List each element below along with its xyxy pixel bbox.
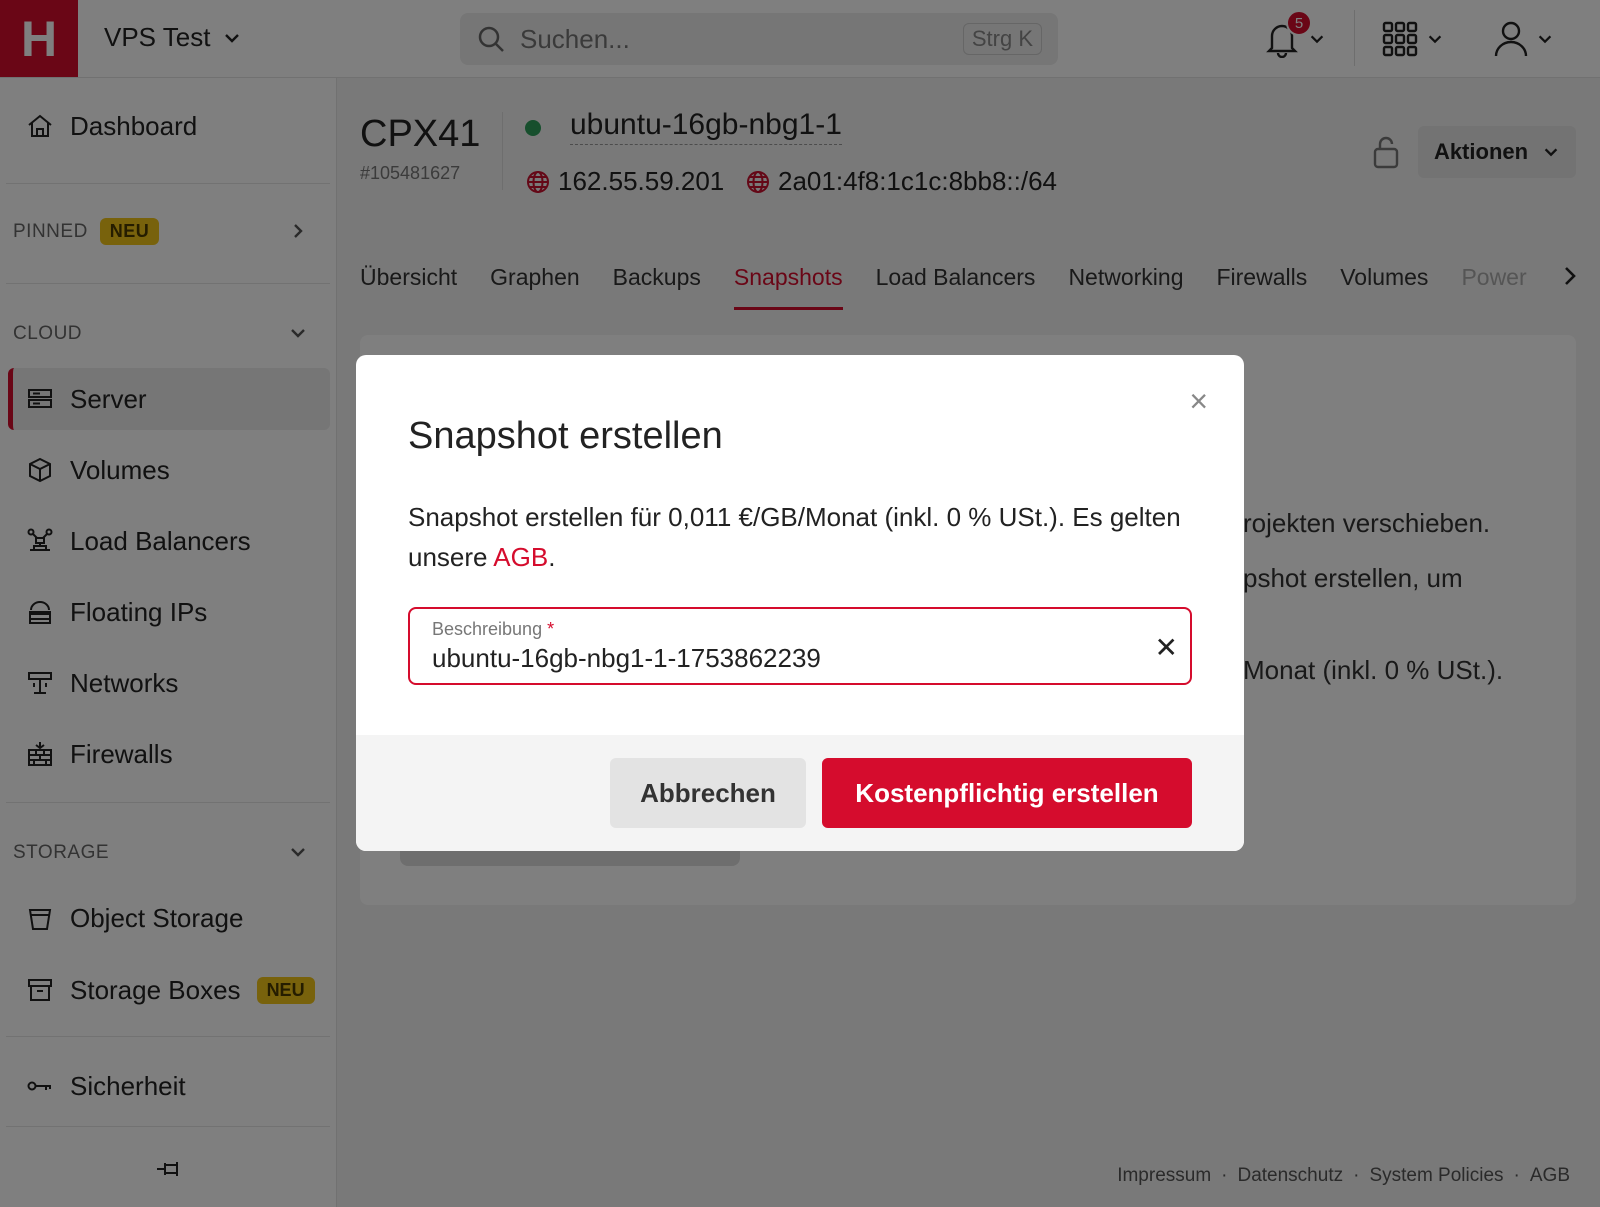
description-input[interactable] [432, 643, 1132, 674]
create-snapshot-button[interactable]: Kostenpflichtig erstellen [822, 758, 1192, 828]
close-icon[interactable]: × [1189, 383, 1208, 420]
cancel-button[interactable]: Abbrechen [610, 758, 806, 828]
field-label-text: Beschreibung [432, 619, 543, 639]
clear-input-icon[interactable]: ✕ [1155, 631, 1178, 664]
required-marker: * [547, 619, 555, 639]
dialog-title: Snapshot erstellen [408, 415, 723, 457]
dialog-description: Snapshot erstellen für 0,011 €/GB/Monat … [408, 497, 1208, 577]
description-field[interactable]: Beschreibung * ✕ [408, 607, 1192, 685]
field-label: Beschreibung * [432, 619, 554, 640]
agb-link[interactable]: AGB [493, 542, 548, 572]
description-end: . [548, 542, 556, 572]
create-snapshot-dialog: × Snapshot erstellen Snapshot erstellen … [356, 355, 1244, 851]
dialog-footer: Abbrechen Kostenpflichtig erstellen [356, 735, 1244, 851]
